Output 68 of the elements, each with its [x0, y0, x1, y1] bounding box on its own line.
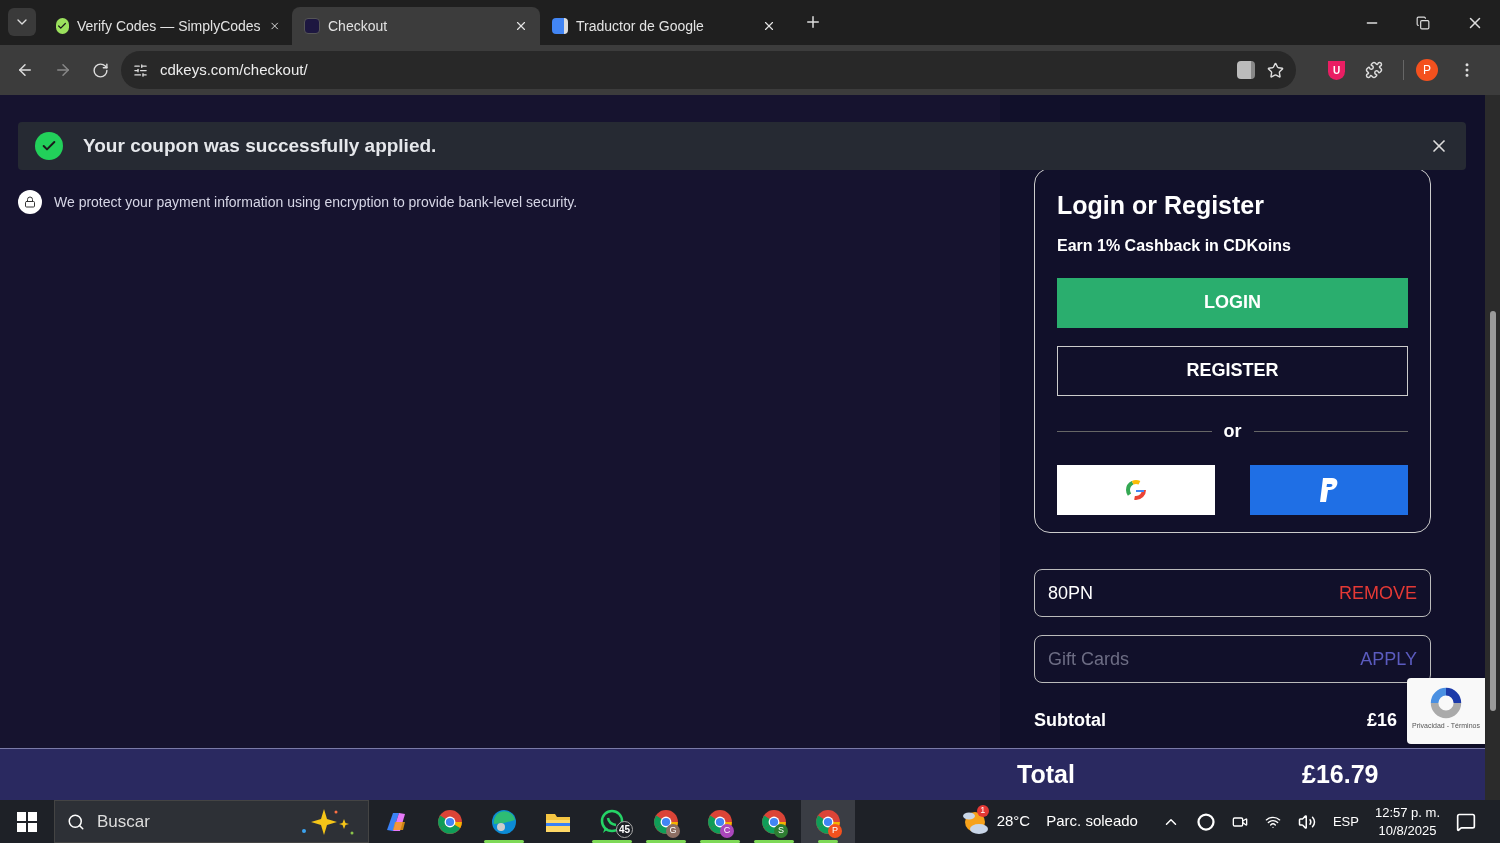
- gift-card-input[interactable]: Gift Cards: [1048, 645, 1361, 673]
- site-info-icon[interactable]: [133, 62, 148, 78]
- clock[interactable]: 12:57 p. m. 10/8/2025: [1374, 803, 1440, 840]
- remove-coupon-link[interactable]: REMOVE: [1339, 579, 1417, 607]
- subtotal-amount: £16: [1366, 709, 1397, 732]
- google-login-button[interactable]: [1057, 464, 1215, 515]
- tab-title: Traductor de Google: [576, 16, 705, 36]
- subtotal-label: Subtotal: [1034, 709, 1106, 732]
- tab-search-button[interactable]: [8, 8, 36, 36]
- security-note: We protect your payment information using encryption to provide bank-level security.: [54, 192, 578, 212]
- browser-tab[interactable]: Checkout: [292, 7, 540, 45]
- taskbar-app[interactable]: G: [639, 800, 693, 843]
- url-text: cdkeys.com/checkout/: [160, 59, 309, 80]
- tab-title: Verify Codes — SimplyCodes: [77, 16, 261, 36]
- windows-start-icon[interactable]: [17, 811, 37, 832]
- forward-icon[interactable]: [54, 61, 72, 79]
- address-bar[interactable]: cdkeys.com/checkout/: [121, 51, 1296, 89]
- taskbar-search-field[interactable]: Buscar: [54, 800, 369, 843]
- search-icon: [67, 812, 85, 831]
- record-icon[interactable]: [1196, 812, 1215, 831]
- profile-badge: C: [720, 824, 734, 838]
- time-text: 12:57 p. m.: [1374, 803, 1440, 822]
- scrollbar[interactable]: [1485, 95, 1500, 800]
- notifications-icon[interactable]: [1456, 811, 1476, 832]
- google-icon: [1125, 478, 1147, 501]
- profile-badge: P: [828, 824, 842, 838]
- coupon-code: 80PN: [1048, 581, 1095, 605]
- tab-favicon-icon: [552, 18, 568, 34]
- paypal-login-button[interactable]: [1250, 464, 1408, 515]
- extensions-icon[interactable]: [1365, 61, 1383, 79]
- taskbar-app[interactable]: 45: [585, 800, 639, 843]
- close-tab-icon[interactable]: [514, 19, 528, 33]
- lock-icon: [18, 190, 42, 214]
- reload-icon[interactable]: [92, 61, 109, 79]
- extension-shield-icon[interactable]: U: [1328, 60, 1345, 80]
- login-title: Login or Register: [1057, 190, 1265, 221]
- profile-badge: G: [666, 824, 680, 838]
- toast-message: Your coupon was successfully applied.: [83, 133, 438, 158]
- tab-title: Checkout: [328, 16, 389, 36]
- new-tab-icon[interactable]: [804, 13, 822, 31]
- weather-condition: Parc. soleado: [1046, 811, 1138, 832]
- tab-favicon-icon: [56, 18, 69, 34]
- browser-tab[interactable]: Verify Codes — SimplyCodes: [44, 7, 292, 45]
- search-placeholder: Buscar: [97, 810, 151, 833]
- coupon-field[interactable]: 80PN REMOVE: [1034, 569, 1431, 617]
- date-text: 10/8/2025: [1378, 821, 1437, 840]
- temperature-text: 28°C: [996, 811, 1031, 832]
- bookmark-star-icon[interactable]: [1267, 61, 1284, 79]
- browser-tab[interactable]: Traductor de Google: [540, 7, 788, 45]
- profile-badge: S: [774, 824, 788, 838]
- or-divider-text: or: [1223, 419, 1242, 443]
- register-button[interactable]: REGISTER: [1057, 345, 1408, 396]
- restore-icon[interactable]: [1416, 15, 1430, 30]
- tab-favicon-icon: [304, 18, 320, 34]
- notification-count: 45: [615, 821, 633, 838]
- total-amount: £16.79: [1302, 758, 1379, 790]
- taskbar-app[interactable]: S: [747, 800, 801, 843]
- cashback-text: Earn 1% Cashback in CDKoins: [1057, 235, 1292, 256]
- weather-alert-badge: 1: [976, 804, 989, 817]
- success-icon: [35, 132, 63, 160]
- chrome-icon: [437, 808, 463, 835]
- volume-icon[interactable]: [1297, 812, 1316, 831]
- total-label: Total: [1017, 758, 1076, 790]
- close-tab-icon[interactable]: [268, 19, 280, 33]
- taskbar-app[interactable]: C: [693, 800, 747, 843]
- close-tab-icon[interactable]: [762, 19, 776, 33]
- language-indicator[interactable]: ESP: [1332, 811, 1359, 832]
- back-icon[interactable]: [16, 61, 34, 79]
